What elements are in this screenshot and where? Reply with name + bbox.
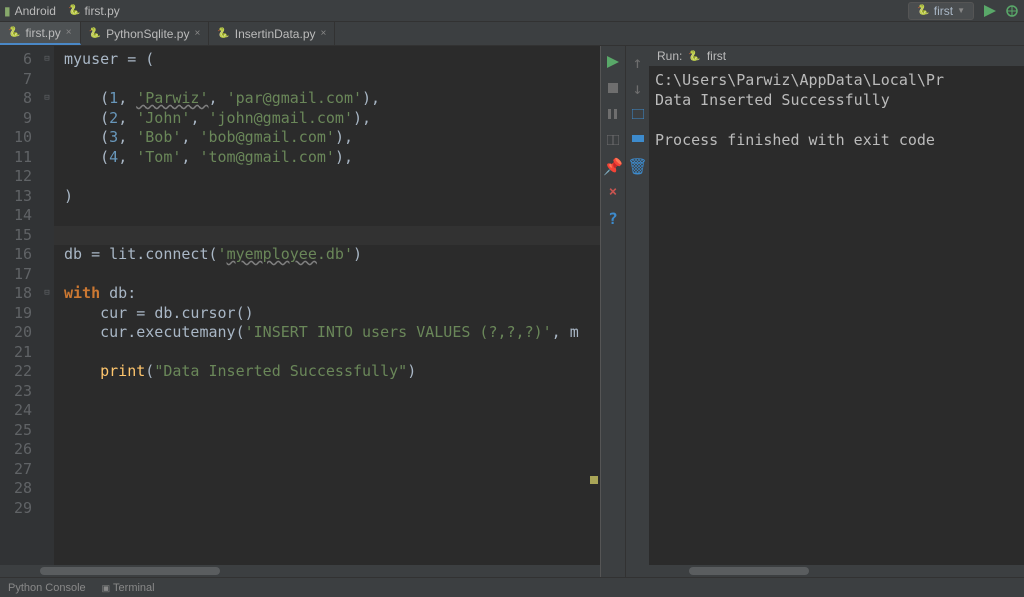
help-button[interactable]: ? bbox=[605, 210, 621, 226]
horizontal-scrollbar[interactable] bbox=[0, 565, 600, 577]
scrollbar-thumb[interactable] bbox=[689, 567, 809, 575]
pause-button[interactable] bbox=[605, 106, 621, 122]
breadcrumb: ▮ Android 🐍 first.py bbox=[4, 4, 908, 18]
line-number: 19 bbox=[0, 304, 32, 324]
run-toolbar-secondary: ↑ ↓ 🗑 bbox=[625, 46, 649, 577]
terminal-tool[interactable]: ▣ Terminal bbox=[102, 582, 155, 594]
line-number: 11 bbox=[0, 148, 32, 168]
line-number: 18 bbox=[0, 284, 32, 304]
clear-button[interactable]: 🗑 bbox=[630, 158, 646, 174]
close-panel-button[interactable]: × bbox=[605, 184, 621, 200]
line-number: 9 bbox=[0, 109, 32, 129]
line-number: 14 bbox=[0, 206, 32, 226]
line-number: 27 bbox=[0, 460, 32, 480]
line-number: 29 bbox=[0, 499, 32, 519]
run-panel-header: Run: 🐍 first bbox=[649, 46, 1024, 66]
code-area[interactable]: 6789101112131415161718192021222324252627… bbox=[0, 46, 600, 565]
run-toolbar-primary: 📌 × ? bbox=[601, 46, 625, 577]
line-number: 23 bbox=[0, 382, 32, 402]
chevron-down-icon: ▼ bbox=[957, 6, 965, 15]
line-number: 6 bbox=[0, 50, 32, 70]
python-icon: 🐍 bbox=[8, 27, 20, 38]
close-icon[interactable]: × bbox=[66, 27, 72, 38]
line-gutter: 6789101112131415161718192021222324252627… bbox=[0, 46, 40, 565]
line-number: 20 bbox=[0, 323, 32, 343]
wrap-button[interactable] bbox=[630, 106, 646, 122]
line-number: 7 bbox=[0, 70, 32, 90]
top-bar: ▮ Android 🐍 first.py 🐍 first ▼ bbox=[0, 0, 1024, 22]
pin-button[interactable]: 📌 bbox=[605, 158, 621, 174]
python-icon: 🐍 bbox=[68, 5, 80, 16]
run-button[interactable] bbox=[982, 3, 998, 19]
line-number: 15 bbox=[0, 226, 32, 246]
python-icon: 🐍 bbox=[917, 5, 929, 16]
editor-pane: 6789101112131415161718192021222324252627… bbox=[0, 46, 600, 577]
code-content[interactable]: myuser = ( (1, 'Parwiz', 'par@gmail.com'… bbox=[54, 46, 600, 565]
project-name[interactable]: ▮ Android bbox=[4, 4, 56, 18]
layout-button[interactable] bbox=[605, 132, 621, 148]
line-number: 12 bbox=[0, 167, 32, 187]
line-number: 28 bbox=[0, 479, 32, 499]
run-config-selector[interactable]: 🐍 first ▼ bbox=[908, 2, 974, 20]
stop-button[interactable] bbox=[605, 80, 621, 96]
rerun-button[interactable] bbox=[605, 54, 621, 70]
line-number: 16 bbox=[0, 245, 32, 265]
tab-insertindata-py[interactable]: 🐍 InsertinData.py × bbox=[209, 22, 335, 45]
up-button[interactable]: ↑ bbox=[630, 54, 646, 70]
console-area: Run: 🐍 first C:\Users\Parwiz\AppData\Loc… bbox=[649, 46, 1024, 577]
tab-pythonsqlite-py[interactable]: 🐍 PythonSqlite.py × bbox=[81, 22, 210, 45]
scrollbar-thumb[interactable] bbox=[40, 567, 220, 575]
line-number: 21 bbox=[0, 343, 32, 363]
line-number: 17 bbox=[0, 265, 32, 285]
python-icon: 🐍 bbox=[217, 28, 229, 39]
bottom-toolbar: Python Console ▣ Terminal bbox=[0, 577, 1024, 597]
editor-tabs: 🐍 first.py × 🐍 PythonSqlite.py × 🐍 Inser… bbox=[0, 22, 1024, 46]
python-icon: 🐍 bbox=[89, 28, 101, 39]
tab-first-py[interactable]: 🐍 first.py × bbox=[0, 22, 81, 45]
line-number: 22 bbox=[0, 362, 32, 382]
line-number: 10 bbox=[0, 128, 32, 148]
fold-gutter: ⊟⊟⊟ bbox=[40, 46, 54, 565]
close-icon[interactable]: × bbox=[194, 28, 200, 39]
main-area: 6789101112131415161718192021222324252627… bbox=[0, 46, 1024, 577]
console-output[interactable]: C:\Users\Parwiz\AppData\Local\Pr Data In… bbox=[649, 66, 1024, 565]
close-icon[interactable]: × bbox=[321, 28, 327, 39]
line-number: 24 bbox=[0, 401, 32, 421]
line-number: 13 bbox=[0, 187, 32, 207]
current-file[interactable]: 🐍 first.py bbox=[68, 4, 120, 18]
line-number: 26 bbox=[0, 440, 32, 460]
down-button[interactable]: ↓ bbox=[630, 80, 646, 96]
debug-button[interactable] bbox=[1004, 3, 1020, 19]
run-panel: 📌 × ? ↑ ↓ 🗑 Run: 🐍 first C:\Users\Parwiz… bbox=[600, 46, 1024, 577]
line-number: 25 bbox=[0, 421, 32, 441]
python-icon: 🐍 bbox=[688, 51, 700, 62]
console-scrollbar[interactable] bbox=[649, 565, 1024, 577]
python-console-tool[interactable]: Python Console bbox=[8, 582, 86, 594]
print-button[interactable] bbox=[630, 132, 646, 148]
line-number: 8 bbox=[0, 89, 32, 109]
